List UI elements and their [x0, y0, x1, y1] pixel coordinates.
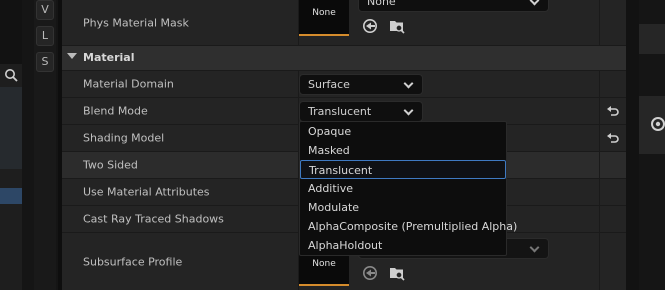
subsurface-profile-label: Subsurface Profile — [83, 255, 183, 268]
combo-value: Surface — [308, 78, 350, 91]
two-sided-label: Two Sided — [83, 158, 138, 172]
settings-gear-icon[interactable] — [649, 115, 665, 133]
use-selected-asset-icon[interactable] — [362, 265, 378, 281]
toolbar-button-s[interactable]: S — [36, 52, 54, 72]
toolbar-button-l[interactable]: L — [36, 26, 54, 46]
right-side-panel — [639, 0, 665, 290]
toolbar-button-label: S — [41, 55, 49, 68]
chevron-down-icon — [403, 105, 414, 116]
material-domain-combo[interactable]: Surface — [299, 74, 423, 95]
phys-material-mask-combo[interactable]: None — [358, 0, 549, 12]
blend-mode-combo[interactable]: Translucent — [299, 101, 423, 122]
dropdown-item-additive[interactable]: Additive — [300, 179, 506, 198]
dropdown-item-alphaholdout[interactable]: AlphaHoldout — [300, 236, 506, 255]
reset-to-default-icon[interactable] — [606, 104, 620, 118]
browse-folder-icon[interactable] — [389, 265, 405, 281]
chevron-down-icon — [403, 78, 414, 89]
phys-material-mask-label: Phys Material Mask — [83, 16, 189, 29]
toolbar-button-label: L — [41, 29, 49, 42]
dropdown-item-alphacomposite[interactable]: AlphaComposite (Premultiplied Alpha) — [300, 217, 517, 236]
combo-value: Translucent — [308, 105, 372, 118]
right-scroll-gutter — [626, 0, 639, 290]
use-selected-asset-icon[interactable] — [362, 18, 378, 34]
chevron-down-icon — [529, 0, 540, 6]
outliner-panel — [0, 64, 22, 290]
dropdown-item-modulate[interactable]: Modulate — [300, 198, 506, 217]
dropdown-item-masked[interactable]: Masked — [300, 141, 506, 160]
cast-ray-traced-shadows-label: Cast Ray Traced Shadows — [83, 212, 224, 226]
dropdown-item-opaque[interactable]: Opaque — [300, 122, 506, 141]
chevron-down-icon — [529, 242, 540, 253]
section-title: Material — [83, 51, 135, 64]
browse-folder-icon[interactable] — [389, 18, 405, 34]
dropdown-item-translucent[interactable]: Translucent — [300, 160, 506, 179]
expand-arrow-icon[interactable] — [67, 53, 77, 59]
use-material-attributes-label: Use Material Attributes — [83, 185, 210, 199]
reset-to-default-icon[interactable] — [606, 131, 620, 145]
phys-material-mask-thumbnail[interactable]: None — [299, 0, 349, 36]
shading-model-label: Shading Model — [83, 131, 165, 145]
toolbar-button-label: V — [41, 3, 49, 16]
search-icon[interactable] — [0, 64, 22, 86]
combo-value: None — [367, 0, 396, 8]
blend-mode-dropdown: Opaque Masked Translucent Additive Modul… — [299, 121, 517, 256]
toolbar-button-v[interactable]: V — [36, 0, 54, 20]
section-header-material[interactable]: Material — [62, 46, 626, 70]
blend-mode-label: Blend Mode — [83, 104, 148, 118]
outliner-highlight — [0, 87, 22, 169]
outliner-selected-row[interactable] — [0, 188, 22, 204]
material-domain-label: Material Domain — [83, 77, 174, 91]
